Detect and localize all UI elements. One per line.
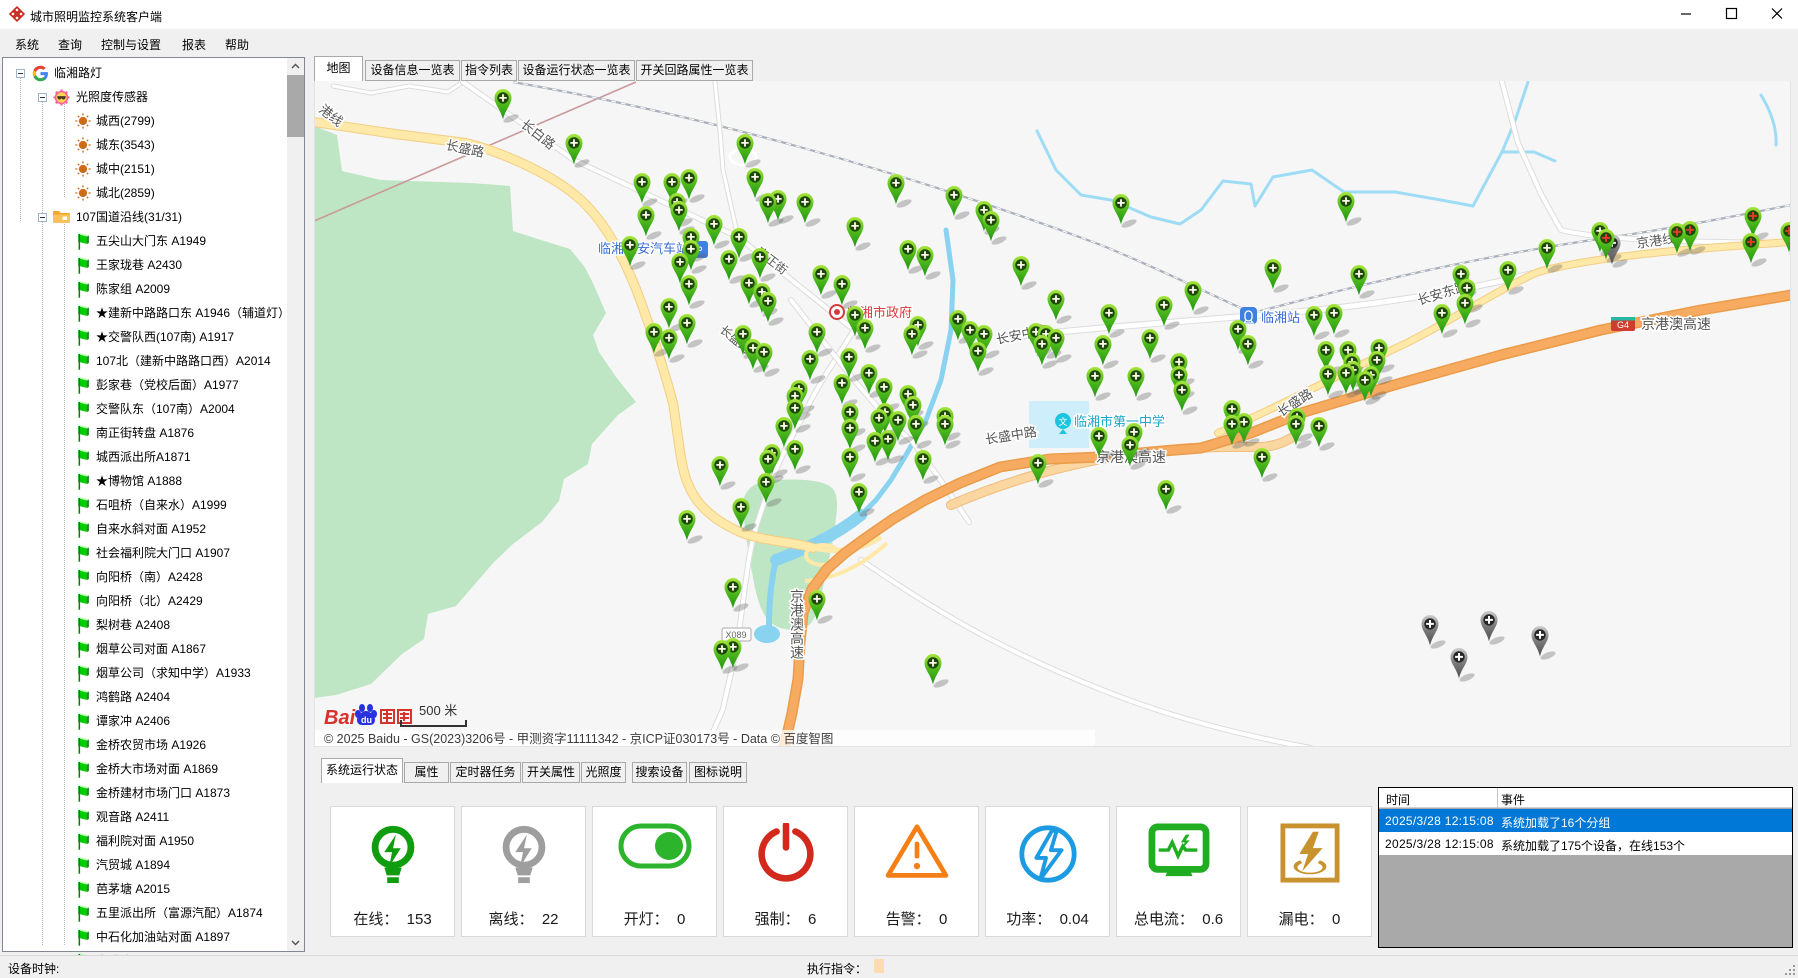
svg-text:文: 文 bbox=[1058, 416, 1067, 427]
svg-text:临湘市第一中学: 临湘市第一中学 bbox=[1074, 414, 1165, 429]
svg-text:京港澳高速: 京港澳高速 bbox=[1641, 316, 1711, 332]
svg-text:临湘站: 临湘站 bbox=[1261, 310, 1300, 325]
svg-text:京港澳高速: 京港澳高速 bbox=[789, 589, 805, 660]
svg-text:© 2025 Baidu - GS(2023)3206号 -: © 2025 Baidu - GS(2023)3206号 - 甲测资字11111… bbox=[324, 731, 833, 746]
svg-text:X089: X089 bbox=[725, 630, 746, 640]
svg-text:Bai: Bai bbox=[324, 707, 356, 729]
svg-text:G4: G4 bbox=[1617, 320, 1629, 330]
svg-text:du: du bbox=[361, 715, 372, 725]
svg-text:500 米: 500 米 bbox=[419, 703, 457, 718]
svg-text:临湘长安汽车站: 临湘长安汽车站 bbox=[598, 241, 689, 256]
